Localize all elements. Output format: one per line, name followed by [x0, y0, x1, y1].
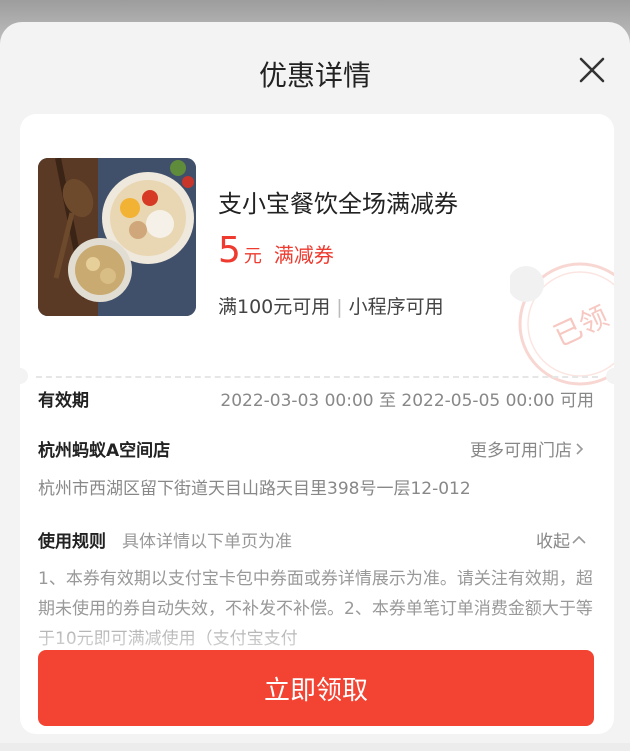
- collapse-toggle[interactable]: 收起: [536, 527, 588, 552]
- amount-value: 5: [218, 230, 241, 271]
- claimed-stamp: 已领: [508, 254, 614, 394]
- ticket-divider: [36, 376, 598, 378]
- coupon-detail-sheet: 优惠详情 支小宝餐饮全场满减券 5 元 满减券 满100元可用 | 小程序可用 …: [0, 22, 630, 751]
- store-address: 杭州市西湖区留下街道天目山路天目里398号一层12-012: [38, 479, 471, 499]
- rules-label: 使用规则: [38, 532, 106, 552]
- store-name: 杭州蚂蚁A空间店: [38, 441, 171, 461]
- bottom-bar: [0, 743, 630, 751]
- validity-label: 有效期: [38, 391, 89, 411]
- chevron-up-icon: [572, 535, 586, 544]
- close-icon[interactable]: [574, 52, 610, 88]
- chevron-right-icon: [576, 442, 584, 455]
- coupon-card: 支小宝餐饮全场满减券 5 元 满减券 满100元可用 | 小程序可用 已领 有效期 …: [20, 114, 614, 734]
- condition-threshold: 满100元可用: [218, 296, 331, 318]
- ticket-notch-left: [20, 368, 28, 384]
- coupon-food-image: [38, 158, 196, 316]
- validity-value: 2022-03-03 00:00 至 2022-05-05 00:00 可用: [220, 391, 594, 411]
- claim-now-button[interactable]: 立即领取: [38, 650, 594, 726]
- amount-unit: 元: [243, 246, 262, 267]
- more-stores-label: 更多可用门店: [470, 441, 572, 461]
- condition-channel: 小程序可用: [348, 296, 444, 318]
- rules-subtitle: 具体详情以下单页为准: [122, 532, 292, 552]
- coupon-conditions: 满100元可用 | 小程序可用: [218, 292, 444, 319]
- collapse-label: 收起: [536, 532, 570, 552]
- more-stores-link[interactable]: 更多可用门店: [470, 436, 588, 461]
- coupon-title: 支小宝餐饮全场满减券: [218, 190, 458, 218]
- condition-separator: |: [336, 296, 343, 318]
- claimed-stamp-text: 已领: [549, 299, 614, 353]
- page-title: 优惠详情: [258, 59, 371, 92]
- coupon-type: 满减券: [273, 243, 334, 267]
- coupon-amount: 5 元 满减券: [218, 230, 334, 271]
